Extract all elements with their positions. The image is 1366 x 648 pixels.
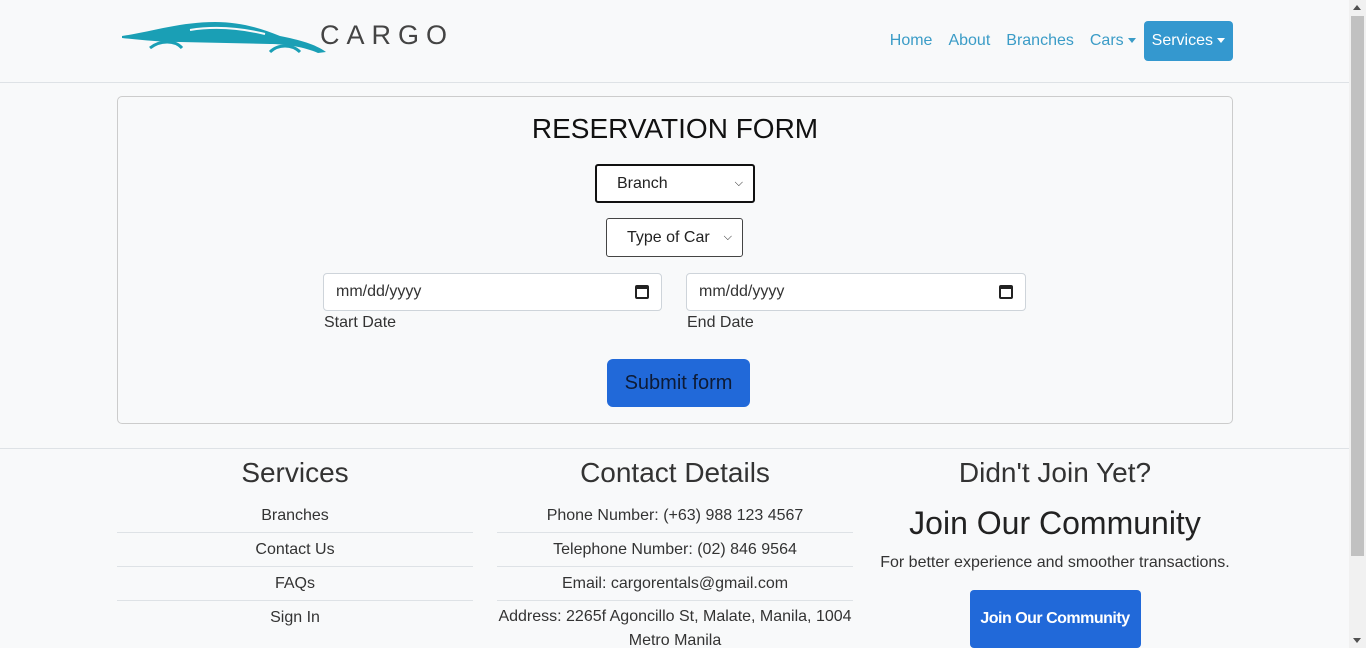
nav-branches[interactable]: Branches <box>998 21 1082 61</box>
nav-cars-label: Cars <box>1089 32 1124 49</box>
join-subtitle: For better experience and smoother trans… <box>880 554 1230 571</box>
nav-about[interactable]: About <box>940 21 998 61</box>
scroll-up-arrow-icon[interactable] <box>1353 5 1361 10</box>
footer-contact-list: Phone Number: (+63) 988 123 4567 Telepho… <box>497 499 853 648</box>
reservation-form: RESERVATION FORM Branch ⌵ Type of Car ⌵ … <box>117 96 1233 424</box>
join-title: Join Our Community <box>909 505 1201 541</box>
footer-contact: Contact Details Phone Number: (+63) 988 … <box>497 449 853 648</box>
contact-phone: Phone Number: (+63) 988 123 4567 <box>497 499 853 533</box>
branch-select[interactable]: Branch ⌵ <box>595 164 755 203</box>
contact-telephone: Telephone Number: (02) 846 9564 <box>497 533 853 567</box>
car-logo-icon <box>122 22 326 54</box>
brand-logo[interactable]: CARGO <box>120 16 470 60</box>
end-date-value: mm/dd/yyyy <box>699 283 785 300</box>
scroll-down-arrow-icon[interactable] <box>1353 638 1361 643</box>
footer-link-sign-in[interactable]: Sign In <box>117 601 473 634</box>
footer-join: Didn't Join Yet? Join Our Community For … <box>877 449 1233 648</box>
footer-services: Services Branches Contact Us FAQs Sign I… <box>117 449 473 634</box>
start-date-value: mm/dd/yyyy <box>336 283 422 300</box>
submit-button[interactable]: Submit form <box>607 359 750 407</box>
brand-name: CARGO <box>320 20 455 50</box>
vertical-scrollbar[interactable] <box>1349 0 1366 648</box>
navbar: CARGO Home About Branches Cars Services <box>0 0 1349 83</box>
start-date-label: Start Date <box>324 314 397 331</box>
join-community-button[interactable]: Join Our Community <box>969 590 1141 648</box>
start-date-input[interactable]: mm/dd/yyyy <box>323 273 662 311</box>
chevron-down-icon <box>1127 38 1136 44</box>
scrollbar-thumb[interactable] <box>1351 16 1364 556</box>
join-heading: Didn't Join Yet? <box>958 457 1152 488</box>
branch-select-value: Branch <box>617 174 668 192</box>
nav-links: Home About Branches Cars Services <box>882 21 1233 61</box>
car-type-select-value: Type of Car <box>627 228 710 246</box>
footer-services-title: Services <box>241 457 349 488</box>
contact-email: Email: cargorentals@gmail.com <box>497 567 853 601</box>
end-date-label: End Date <box>687 314 754 331</box>
nav-cars-dropdown[interactable]: Cars <box>1082 21 1144 61</box>
form-title: RESERVATION FORM <box>531 113 819 144</box>
footer-link-faqs[interactable]: FAQs <box>117 567 473 601</box>
calendar-icon[interactable] <box>635 285 649 299</box>
nav-home[interactable]: Home <box>882 21 941 61</box>
footer-link-contact-us[interactable]: Contact Us <box>117 533 473 567</box>
nav-services-label: Services <box>1151 32 1213 49</box>
chevron-down-icon: ⌵ <box>734 177 743 189</box>
nav-services-dropdown[interactable]: Services <box>1143 21 1233 61</box>
footer: Services Branches Contact Us FAQs Sign I… <box>0 448 1349 648</box>
end-date-input[interactable]: mm/dd/yyyy <box>686 273 1026 311</box>
chevron-down-icon: ⌵ <box>723 231 732 243</box>
page: CARGO Home About Branches Cars Services … <box>0 0 1349 648</box>
footer-link-branches[interactable]: Branches <box>117 499 473 533</box>
car-type-select[interactable]: Type of Car ⌵ <box>606 218 743 257</box>
chevron-down-icon <box>1217 38 1225 44</box>
calendar-icon[interactable] <box>999 285 1013 299</box>
footer-services-list: Branches Contact Us FAQs Sign In <box>117 499 473 634</box>
footer-contact-title: Contact Details <box>580 457 770 488</box>
contact-address: Address: 2265f Agoncillo St, Malate, Man… <box>497 601 853 648</box>
